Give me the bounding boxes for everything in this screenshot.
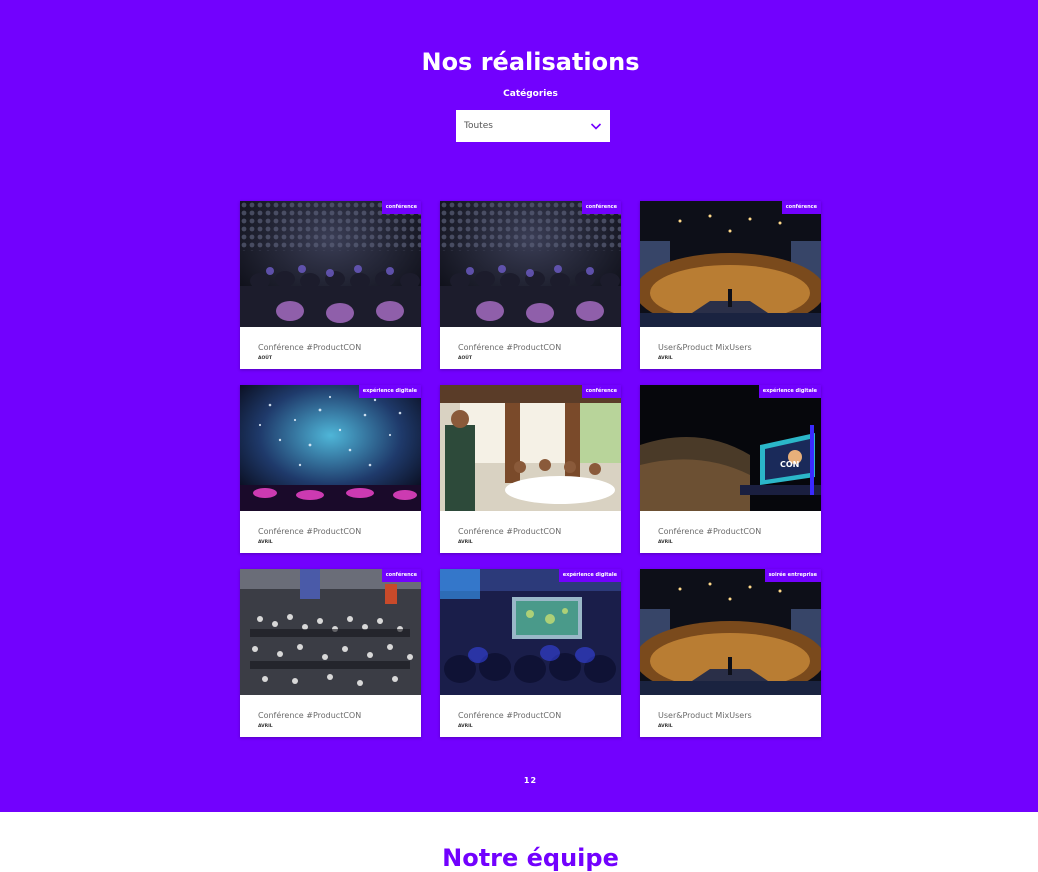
card-title: Conférence #ProductCON: [258, 711, 362, 720]
card-title: Conférence #ProductCON: [458, 711, 562, 720]
project-image: [240, 201, 421, 327]
card-month: AVRIL: [658, 356, 673, 361]
project-image: [240, 569, 421, 695]
card-title: User&Product MixUsers: [658, 343, 752, 352]
svg-text:CON: CON: [780, 460, 799, 469]
card-title: Conférence #ProductCON: [258, 527, 362, 536]
category-tag: conférence: [381, 201, 421, 214]
card-title: Conférence #ProductCON: [258, 343, 362, 352]
card-month: AOÛT: [258, 356, 273, 361]
project-image: [640, 201, 821, 327]
category-tag: conférence: [581, 385, 621, 398]
category-tag: expérience digitale: [358, 385, 421, 398]
project-card[interactable]: CON expérience digitale Conférence #Prod…: [640, 385, 821, 553]
card-month: AVRIL: [658, 724, 673, 729]
pagination: 12: [0, 776, 1038, 785]
card-month: AVRIL: [258, 540, 273, 545]
project-card[interactable]: conférence Conférence #ProductCON AVRIL: [440, 385, 621, 553]
project-image: [640, 569, 821, 695]
chevron-down-icon: [590, 123, 602, 130]
card-title: Conférence #ProductCON: [658, 527, 762, 536]
project-card[interactable]: soirée entreprise User&Product MixUsers …: [640, 569, 821, 737]
card-month: AVRIL: [458, 540, 473, 545]
card-month: AVRIL: [258, 724, 273, 729]
team-section-title: Notre équipe: [442, 844, 619, 872]
project-card[interactable]: conférence Conférence #ProductCON AOÛT: [240, 201, 421, 369]
category-select-value: Toutes: [464, 121, 493, 131]
project-image: [240, 385, 421, 511]
page-link-2[interactable]: 2: [531, 776, 538, 785]
card-title: User&Product MixUsers: [658, 711, 752, 720]
category-tag: soirée entreprise: [764, 569, 821, 582]
project-image: [440, 201, 621, 327]
card-month: AVRIL: [458, 724, 473, 729]
card-month: AOÛT: [458, 356, 473, 361]
page-link-1[interactable]: 1: [524, 776, 531, 785]
project-card[interactable]: conférence Conférence #ProductCON AOÛT: [440, 201, 621, 369]
project-card[interactable]: expérience digitale Conférence #ProductC…: [240, 385, 421, 553]
realisations-section: Nos réalisations Catégories Toutes confé…: [0, 0, 1038, 812]
category-tag: conférence: [781, 201, 821, 214]
project-card[interactable]: conférence Conférence #ProductCON AVRIL: [240, 569, 421, 737]
project-card[interactable]: expérience digitale Conférence #ProductC…: [440, 569, 621, 737]
category-tag: expérience digitale: [758, 385, 821, 398]
category-filter-label: Catégories: [503, 89, 558, 99]
project-image: CON: [640, 385, 821, 511]
card-month: AVRIL: [658, 540, 673, 545]
project-image: [440, 385, 621, 511]
project-image: [440, 569, 621, 695]
category-select[interactable]: Toutes: [456, 110, 610, 142]
card-title: Conférence #ProductCON: [458, 343, 562, 352]
category-tag: conférence: [381, 569, 421, 582]
section-title: Nos réalisations: [421, 48, 640, 76]
card-title: Conférence #ProductCON: [458, 527, 562, 536]
category-tag: expérience digitale: [558, 569, 621, 582]
category-tag: conférence: [581, 201, 621, 214]
project-card[interactable]: conférence User&Product MixUsers AVRIL: [640, 201, 821, 369]
